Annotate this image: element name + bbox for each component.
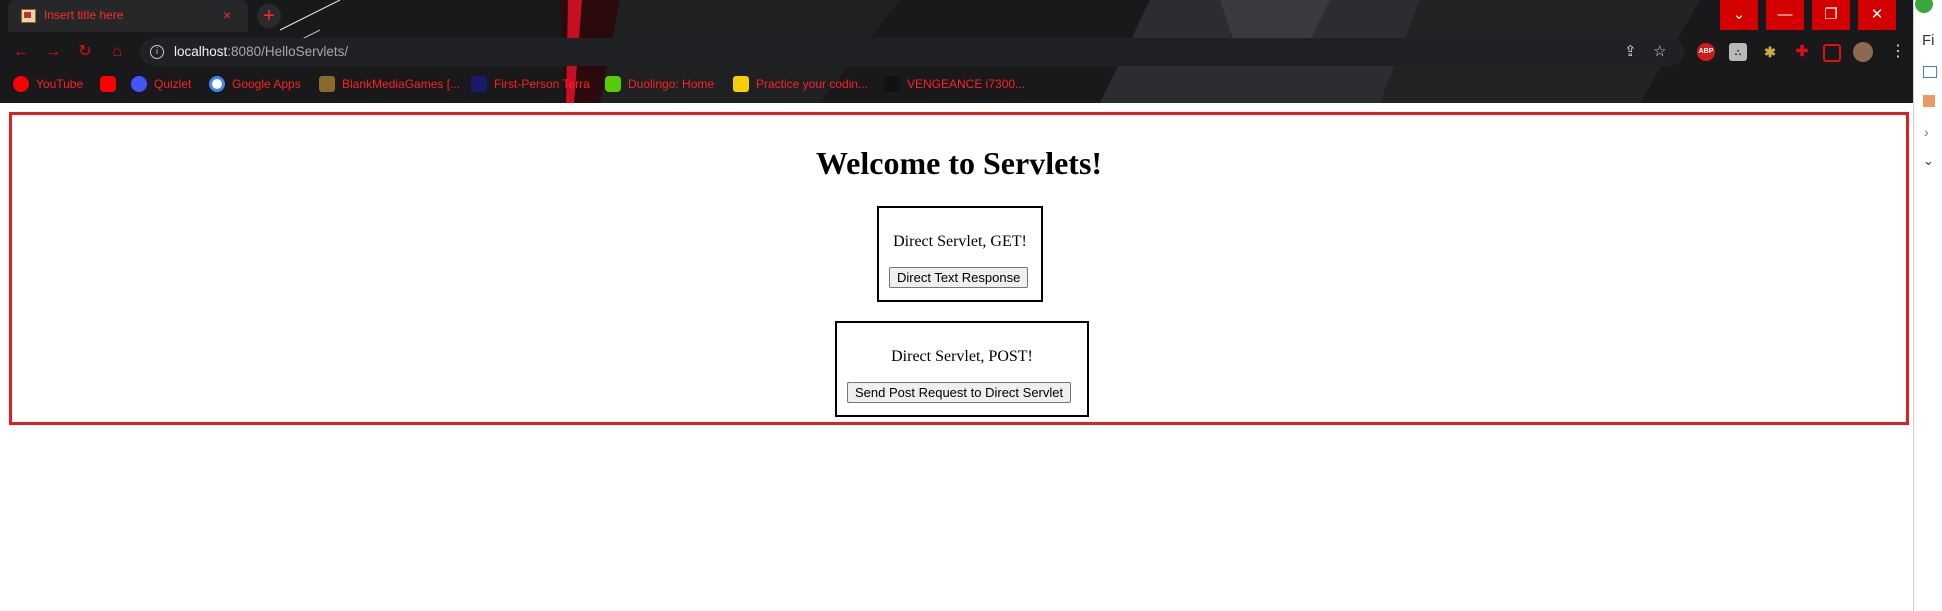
youtube-icon (13, 76, 29, 92)
bookmark-duolingo[interactable]: Duolingo: Home (605, 75, 714, 93)
side-panel: Fi › ⌄ (1913, 0, 1942, 611)
close-window-button[interactable]: ✕ (1858, 0, 1896, 30)
bookmark-star-icon[interactable]: ☆ (1653, 43, 1666, 61)
bookmark-practice-coding[interactable]: Practice your codin... (733, 75, 868, 93)
bookmark-label: Google Apps (232, 77, 301, 91)
bookmark-label: Duolingo: Home (628, 77, 715, 91)
page-content: Welcome to Servlets! Direct Servlet, GET… (0, 103, 1913, 611)
minimize-button[interactable]: — (1766, 0, 1804, 30)
get-form: Direct Servlet, GET! Direct Text Respons… (877, 206, 1043, 302)
url-path: :8080/HelloServlets/ (227, 44, 349, 59)
browser-chrome: Insert title here × + ⌄ — ❐ ✕ ← → ↻ ⌂ i … (0, 0, 1913, 103)
browser-window: Insert title here × + ⌄ — ❐ ✕ ← → ↻ ⌂ i … (0, 0, 1913, 611)
bookmark-google-apps[interactable]: Google Apps (209, 75, 301, 93)
menu-icon[interactable]: ⋮ (1888, 42, 1908, 62)
side-panel-toggle-icon[interactable] (1823, 44, 1841, 62)
bookmark-youtube[interactable]: YouTube (13, 75, 83, 93)
chevron-down-icon[interactable]: ⌄ (1923, 153, 1934, 169)
bookmark-vengeance[interactable]: VENGEANCE i7300... (884, 75, 1025, 93)
bug-extension-icon[interactable]: ✱ (1761, 43, 1779, 61)
bookmark-quizlet[interactable]: Quizlet (131, 75, 191, 93)
direct-text-response-button[interactable]: Direct Text Response (889, 267, 1029, 288)
new-tab-button[interactable]: + (257, 4, 281, 28)
reload-icon[interactable]: ↻ (75, 42, 95, 62)
bookmark-label: VENGEANCE i7300... (907, 77, 1026, 91)
duolingo-icon (605, 76, 621, 92)
send-post-request-button[interactable]: Send Post Request to Direct Servlet (847, 382, 1072, 403)
restore-button[interactable]: ❐ (1812, 0, 1850, 30)
side-panel-app-icon[interactable] (1923, 95, 1935, 107)
back-icon[interactable]: ← (11, 42, 31, 62)
forward-icon[interactable]: → (43, 42, 63, 62)
google-icon (209, 76, 225, 92)
corsair-icon (884, 76, 900, 92)
codewars-icon (733, 76, 749, 92)
tab-bar: Insert title here × + ⌄ — ❐ ✕ (0, 0, 1913, 32)
post-form-text: Direct Servlet, POST! (891, 348, 1033, 365)
reader-extension-icon[interactable]: ⛬ (1729, 43, 1747, 61)
bookmark-youtube-2[interactable] (100, 75, 123, 93)
chevron-right-icon[interactable]: › (1924, 124, 1929, 140)
home-icon[interactable]: ⌂ (107, 42, 127, 62)
get-form-text: Direct Servlet, GET! (893, 233, 1027, 250)
extensions-puzzle-icon[interactable]: ✚ (1793, 43, 1811, 61)
bookmark-label: YouTube (36, 77, 84, 91)
url-text[interactable]: localhost:8080/HelloServlets/ (174, 44, 348, 59)
first-person-terra-icon (471, 76, 487, 92)
toolbar: ← → ↻ ⌂ i localhost:8080/HelloServlets/ … (0, 32, 1913, 72)
tab-close-icon[interactable]: × (223, 7, 231, 23)
side-panel-logo-icon (1915, 0, 1933, 13)
adblock-extension-icon[interactable]: ABP (1697, 43, 1715, 61)
url-host: localhost (174, 44, 228, 59)
bookmark-label: First-Person Terra (494, 77, 590, 91)
bookmark-label: Quizlet (154, 77, 192, 91)
profile-avatar[interactable] (1853, 42, 1873, 62)
side-panel-tab-icon[interactable] (1923, 66, 1937, 78)
youtube-icon (100, 76, 116, 92)
tab-active[interactable]: Insert title here × (8, 0, 248, 32)
bookmarks-bar: YouTube Quizlet Google Apps BlankMediaGa… (0, 72, 1913, 96)
bookmark-blankmediagames[interactable]: BlankMediaGames [... (319, 75, 460, 93)
share-icon[interactable]: ⇪ (1624, 43, 1637, 61)
site-info-icon[interactable]: i (150, 45, 164, 59)
address-bar[interactable]: i localhost:8080/HelloServlets/ ⇪ ☆ (140, 38, 1684, 66)
tab-search-button[interactable]: ⌄ (1720, 0, 1758, 30)
bookmark-first-person-terra[interactable]: First-Person Terra (471, 75, 590, 93)
side-panel-label: Fi (1922, 32, 1935, 49)
bookmark-label: Practice your codin... (756, 77, 869, 91)
blankmediagames-icon (319, 76, 335, 92)
tab-title: Insert title here (44, 8, 124, 22)
page-heading: Welcome to Servlets! (815, 145, 1103, 181)
quizlet-icon (131, 76, 147, 92)
post-form: Direct Servlet, POST! Send Post Request … (835, 321, 1089, 417)
page-favicon-icon (21, 9, 36, 23)
bookmark-label: BlankMediaGames [... (342, 77, 461, 91)
highlight-frame: Welcome to Servlets! Direct Servlet, GET… (9, 112, 1909, 425)
